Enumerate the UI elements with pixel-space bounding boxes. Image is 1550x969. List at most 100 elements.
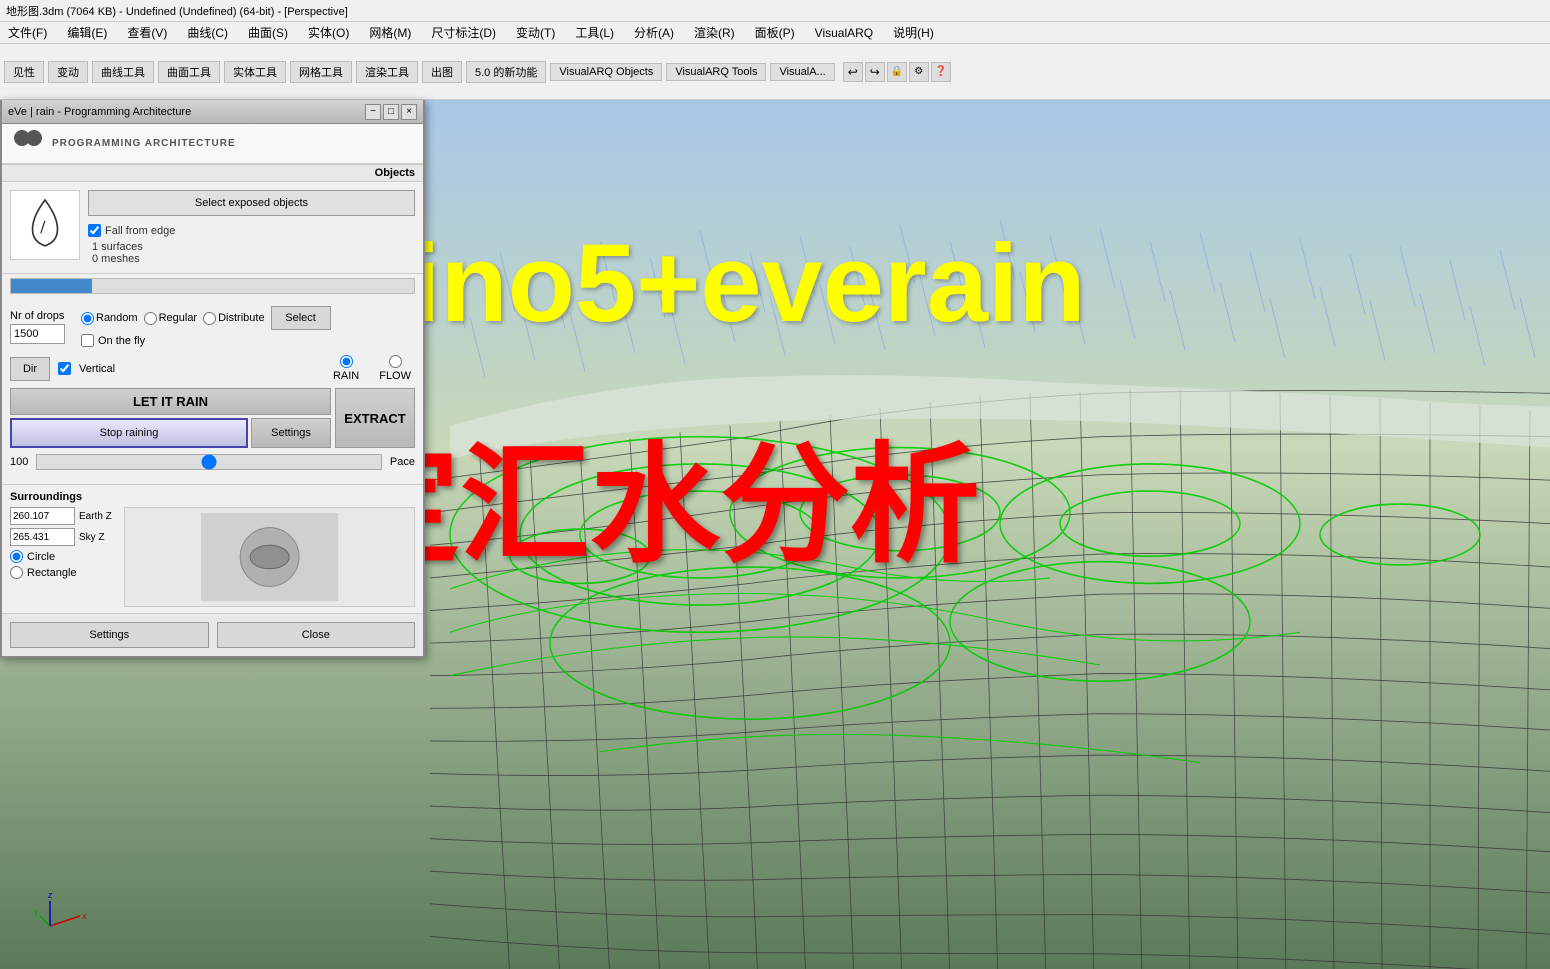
extract-button[interactable]: EXTRACT bbox=[335, 388, 415, 448]
tab-visualarq-tools[interactable]: VisualARQ Tools bbox=[666, 63, 766, 81]
tab-print[interactable]: 出图 bbox=[422, 61, 462, 83]
regular-option[interactable]: Regular bbox=[144, 312, 198, 325]
tab-surface-tools[interactable]: 曲面工具 bbox=[158, 61, 220, 83]
menu-solid[interactable]: 实体(O) bbox=[304, 22, 353, 43]
sky-z-label: Sky Z bbox=[79, 532, 105, 543]
circle-option[interactable]: Circle bbox=[10, 550, 112, 563]
rectangle-radio[interactable] bbox=[10, 566, 23, 579]
progress-bar-fill bbox=[11, 279, 92, 293]
rain-mode-label: RAIN bbox=[333, 370, 359, 382]
toolbar-icon-1[interactable]: ↩ bbox=[843, 62, 863, 82]
rain-icon-box bbox=[10, 190, 80, 260]
dir-section: Dir Vertical RAIN FLOW bbox=[10, 355, 415, 382]
pace-slider[interactable] bbox=[36, 454, 382, 470]
dialog-restore-btn[interactable]: □ bbox=[383, 104, 399, 120]
on-the-fly-label: On the fly bbox=[98, 335, 145, 347]
menu-dimension[interactable]: 尺寸标注(D) bbox=[427, 22, 500, 43]
menu-help[interactable]: 说明(H) bbox=[889, 22, 938, 43]
fall-from-edge-checkbox[interactable] bbox=[88, 224, 101, 237]
distribute-radio[interactable] bbox=[203, 312, 216, 325]
fall-from-edge-label: Fall from edge bbox=[105, 225, 175, 237]
plugin-logo-icon bbox=[12, 128, 44, 160]
toolbar-icon-4[interactable]: ⚙ bbox=[909, 62, 929, 82]
earth-z-input[interactable] bbox=[10, 507, 75, 525]
menu-analysis[interactable]: 分析(A) bbox=[630, 22, 678, 43]
toolbar-area: 见性 变动 曲线工具 曲面工具 实体工具 网格工具 渲染工具 出图 5.0 的新… bbox=[0, 44, 1550, 100]
dialog-title-text: eVe | rain - Programming Architecture bbox=[8, 106, 191, 118]
progress-bar-container bbox=[10, 278, 415, 294]
nr-drops-label: Nr of drops bbox=[10, 310, 65, 322]
objects-label: Objects bbox=[375, 167, 415, 179]
flow-mode-radio[interactable] bbox=[389, 355, 402, 368]
rain-mode-radio[interactable] bbox=[340, 355, 353, 368]
meshes-count: 0 meshes bbox=[92, 253, 175, 265]
window-title: 地形图.3dm (7064 KB) - Undefined (Undefined… bbox=[6, 3, 348, 19]
rain-drop-icon bbox=[20, 195, 70, 255]
dialog-close-btn[interactable]: × bbox=[401, 104, 417, 120]
rectangle-option[interactable]: Rectangle bbox=[10, 566, 112, 579]
circle-radio[interactable] bbox=[10, 550, 23, 563]
toolbar-icon-2[interactable]: ↪ bbox=[865, 62, 885, 82]
distribute-option[interactable]: Distribute bbox=[203, 312, 264, 325]
stop-raining-button[interactable]: Stop raining bbox=[10, 418, 248, 448]
toolbar-icon-3[interactable]: 🔒 bbox=[887, 62, 907, 82]
tab-mesh-tools[interactable]: 网格工具 bbox=[290, 61, 352, 83]
tab-properties[interactable]: 见性 bbox=[4, 61, 44, 83]
on-the-fly-checkbox[interactable] bbox=[81, 334, 94, 347]
menu-tools[interactable]: 工具(L) bbox=[571, 22, 618, 43]
objects-section-header: Objects bbox=[2, 164, 423, 182]
dialog-minimize-btn[interactable]: − bbox=[365, 104, 381, 120]
flow-mode-label: FLOW bbox=[379, 370, 411, 382]
close-button[interactable]: Close bbox=[217, 622, 416, 648]
pace-value-label: 100 bbox=[10, 456, 28, 468]
vertical-checkbox[interactable] bbox=[58, 362, 71, 375]
regular-label: Regular bbox=[159, 312, 198, 324]
menu-edit[interactable]: 编辑(E) bbox=[63, 22, 111, 43]
flow-option[interactable]: FLOW bbox=[379, 355, 411, 382]
menu-surface[interactable]: 曲面(S) bbox=[244, 22, 292, 43]
menu-transform[interactable]: 变动(T) bbox=[512, 22, 559, 43]
sky-z-input[interactable] bbox=[10, 528, 75, 546]
regular-radio[interactable] bbox=[144, 312, 157, 325]
random-radio[interactable] bbox=[81, 312, 94, 325]
plugin-logo-area: PROGRAMMING ARCHITECTURE bbox=[2, 124, 423, 164]
objects-info: Fall from edge 1 surfaces 0 meshes bbox=[88, 224, 175, 265]
tab-render-tools[interactable]: 渲染工具 bbox=[356, 61, 418, 83]
sky-z-row: Sky Z bbox=[10, 528, 112, 546]
plugin-dialog: eVe | rain - Programming Architecture − … bbox=[0, 100, 425, 658]
settings-small-button[interactable]: Settings bbox=[251, 418, 331, 448]
plugin-logo-text: PROGRAMMING ARCHITECTURE bbox=[52, 138, 236, 149]
objects-panel: Select exposed objects Fall from edge 1 … bbox=[2, 182, 423, 274]
earth-z-label: Earth Z bbox=[79, 511, 112, 522]
dialog-controls: − □ × bbox=[365, 104, 417, 120]
earth-z-row: Earth Z bbox=[10, 507, 112, 525]
menu-file[interactable]: 文件(F) bbox=[4, 22, 51, 43]
select-exposed-objects-button[interactable]: Select exposed objects bbox=[88, 190, 415, 216]
menu-visualarq[interactable]: VisualARQ bbox=[811, 24, 877, 42]
tab-visualarq-more[interactable]: VisualA... bbox=[770, 63, 834, 81]
tab-visualarq-objects[interactable]: VisualARQ Objects bbox=[550, 63, 662, 81]
controls-panel: Nr of drops Random Regular bbox=[2, 298, 423, 484]
random-option[interactable]: Random bbox=[81, 312, 138, 325]
tab-solid-tools[interactable]: 实体工具 bbox=[224, 61, 286, 83]
toolbar-icon-5[interactable]: ❓ bbox=[931, 62, 951, 82]
nr-drops-input[interactable] bbox=[10, 324, 65, 344]
menu-panel[interactable]: 面板(P) bbox=[751, 22, 799, 43]
menu-view[interactable]: 查看(V) bbox=[123, 22, 171, 43]
circle-label: Circle bbox=[27, 551, 55, 563]
dir-button[interactable]: Dir bbox=[10, 357, 50, 381]
let-it-rain-button[interactable]: LET IT RAIN bbox=[10, 388, 331, 415]
dialog-title-bar[interactable]: eVe | rain - Programming Architecture − … bbox=[2, 100, 423, 124]
bottom-buttons-row: Settings Close bbox=[2, 613, 423, 656]
menu-mesh[interactable]: 网格(M) bbox=[365, 22, 415, 43]
settings-button[interactable]: Settings bbox=[10, 622, 209, 648]
surfaces-count: 1 surfaces bbox=[92, 241, 175, 253]
rain-option[interactable]: RAIN bbox=[333, 355, 359, 382]
tab-transform[interactable]: 变动 bbox=[48, 61, 88, 83]
menu-render[interactable]: 渲染(R) bbox=[690, 22, 739, 43]
action-buttons-row: LET IT RAIN Stop raining Settings EXTRAC… bbox=[10, 388, 415, 448]
tab-new-features[interactable]: 5.0 的新功能 bbox=[466, 61, 546, 83]
menu-curve[interactable]: 曲线(C) bbox=[183, 22, 232, 43]
tab-curve-tools[interactable]: 曲线工具 bbox=[92, 61, 154, 83]
select-distribution-button[interactable]: Select bbox=[271, 306, 331, 330]
